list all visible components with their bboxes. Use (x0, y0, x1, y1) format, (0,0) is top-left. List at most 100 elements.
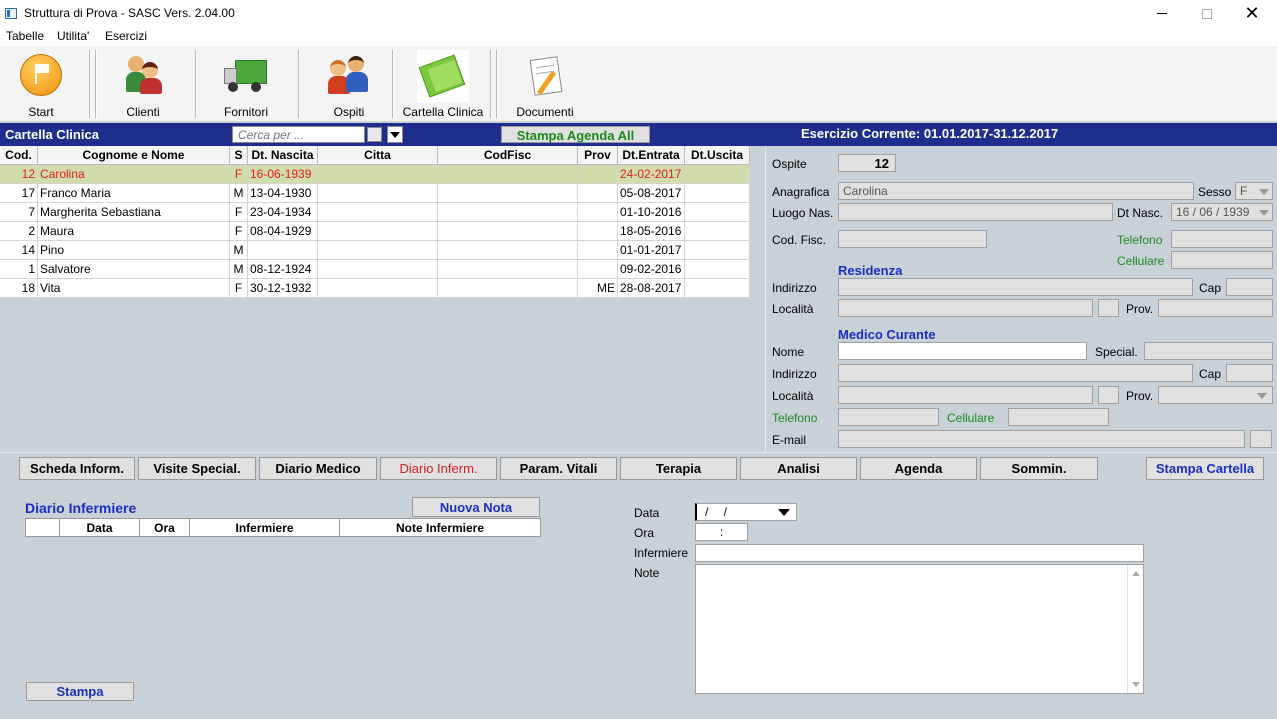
luogo-field[interactable] (838, 203, 1113, 221)
cell-citta (318, 279, 438, 298)
diario-col-select[interactable] (25, 518, 60, 537)
note-scrollbar[interactable] (1127, 565, 1143, 693)
nota-data-field[interactable]: / / (695, 503, 797, 521)
menu-utilita[interactable]: Utilita' (57, 29, 89, 43)
stampa-agenda-button[interactable]: Stampa Agenda All (501, 126, 650, 143)
documenti-button[interactable]: Documenti (505, 46, 585, 122)
close-button[interactable]: ✕ (1229, 0, 1275, 27)
tab-diario-inferm[interactable]: Diario Inferm. (380, 457, 497, 480)
ospiti-button[interactable]: Ospiti (308, 46, 390, 122)
prov-label: Prov. (1126, 302, 1154, 316)
tab-agenda[interactable]: Agenda (860, 457, 977, 480)
dtnasc-field[interactable]: 16 / 06 / 1939 (1171, 203, 1273, 221)
col-header-uscita[interactable]: Dt.Uscita (685, 146, 750, 165)
medico-telefono-field[interactable] (838, 408, 939, 426)
cartella-clinica-button[interactable]: Cartella Clinica (400, 46, 486, 122)
clienti-button[interactable]: Clienti (104, 46, 182, 122)
codfisc-field[interactable] (838, 230, 987, 248)
special-label: Special. (1095, 345, 1138, 359)
toolbar-separator (496, 50, 498, 118)
medico-prov-select[interactable] (1158, 386, 1273, 404)
tab-visite-special[interactable]: Visite Special. (138, 457, 256, 480)
table-row[interactable]: 1 Salvatore M 08-12-1924 09-02-2016 (0, 260, 750, 279)
cell-codfisc (438, 279, 578, 298)
diario-col-note[interactable]: Note Infermiere (340, 518, 541, 537)
col-header-entrata[interactable]: Dt.Entrata (618, 146, 685, 165)
table-row[interactable]: 7 Margherita Sebastiana F 23-04-1934 01-10-2… (0, 203, 750, 222)
search-input[interactable] (232, 126, 365, 143)
col-header-prov[interactable]: Prov (578, 146, 618, 165)
medico-cap-field[interactable] (1226, 364, 1273, 382)
anagrafica-label: Anagrafica (772, 185, 830, 199)
cell-nascita: 23-04-1934 (248, 203, 318, 222)
nota-note-textarea[interactable] (695, 564, 1144, 694)
prov-field[interactable] (1158, 299, 1273, 317)
email-label: E-mail (772, 433, 807, 447)
toolbar-separator (195, 50, 197, 118)
email-field[interactable] (838, 430, 1245, 448)
localita-lookup-button[interactable] (1098, 299, 1119, 317)
medico-nome-field[interactable] (838, 342, 1087, 360)
table-row[interactable]: 14 Pino M 01-01-2017 (0, 241, 750, 260)
tab-scheda-inform[interactable]: Scheda Inform. (19, 457, 135, 480)
col-header-nascita[interactable]: Dt. Nascita (248, 146, 318, 165)
cell-uscita (685, 184, 750, 203)
menu-esercizi[interactable]: Esercizi (105, 29, 147, 43)
fornitori-button[interactable]: Fornitori (205, 46, 287, 122)
tab-terapia[interactable]: Terapia (620, 457, 737, 480)
medico-localita-lookup-button[interactable] (1098, 386, 1119, 404)
chevron-down-icon (1257, 393, 1267, 399)
cell-nascita (248, 241, 318, 260)
nota-ora-field[interactable]: : (695, 523, 748, 541)
sesso-select[interactable]: F (1235, 182, 1273, 200)
medico-localita-field[interactable] (838, 386, 1093, 404)
col-header-codfisc[interactable]: CodFisc (438, 146, 578, 165)
diario-col-data[interactable]: Data (60, 518, 140, 537)
table-row[interactable]: 17 Franco Maria M 13-04-1930 05-08-2017 (0, 184, 750, 203)
tab-param-vitali[interactable]: Param. Vitali (500, 457, 617, 480)
cell-entrata: 01-01-2017 (618, 241, 685, 260)
toolbar-separator (95, 50, 97, 118)
anagrafica-field[interactable]: Carolina (838, 182, 1194, 200)
cap-field[interactable] (1226, 278, 1273, 296)
chevron-down-icon (1259, 189, 1269, 195)
diario-col-infermiere[interactable]: Infermiere (190, 518, 340, 537)
search-button[interactable] (367, 127, 382, 142)
medico-indirizzo-field[interactable] (838, 364, 1193, 382)
diario-col-ora[interactable]: Ora (140, 518, 190, 537)
table-row[interactable]: 2 Maura F 08-04-1929 18-05-2016 (0, 222, 750, 241)
stampa-button[interactable]: Stampa (26, 682, 134, 701)
medico-cellulare-field[interactable] (1008, 408, 1109, 426)
telefono-field[interactable] (1171, 230, 1273, 248)
col-header-sesso[interactable]: S (230, 146, 248, 165)
toolbar: Start Clienti Fornitori Ospiti Cartella … (0, 46, 1277, 122)
col-header-cod[interactable]: Cod. (0, 146, 38, 165)
diario-title: Diario Infermiere (25, 500, 137, 516)
menu-tabelle[interactable]: Tabelle (6, 29, 44, 43)
search-dropdown[interactable] (387, 126, 403, 143)
maximize-button[interactable] (1184, 0, 1230, 27)
tab-analisi[interactable]: Analisi (740, 457, 857, 480)
stampa-cartella-button[interactable]: Stampa Cartella (1146, 457, 1264, 480)
cell-cod: 7 (0, 203, 38, 222)
table-row[interactable]: 18 Vita F 30-12-1932 ME 28-08-2017 (0, 279, 750, 298)
col-header-citta[interactable]: Citta (318, 146, 438, 165)
col-header-nome[interactable]: Cognome e Nome (38, 146, 230, 165)
nuova-nota-button[interactable]: Nuova Nota (412, 497, 540, 517)
indirizzo-field[interactable] (838, 278, 1193, 296)
minimize-button[interactable] (1139, 0, 1185, 27)
tab-diario-medico[interactable]: Diario Medico (259, 457, 377, 480)
table-row[interactable]: 12 Carolina F 16-06-1939 24-02-2017 (0, 165, 750, 184)
nota-infermiere-field[interactable] (695, 544, 1144, 562)
localita-label: Località (772, 302, 814, 316)
cell-nome: Maura (38, 222, 230, 241)
localita-field[interactable] (838, 299, 1093, 317)
cell-prov: ME (578, 279, 618, 298)
cell-entrata: 09-02-2016 (618, 260, 685, 279)
tab-sommin[interactable]: Sommin. (980, 457, 1098, 480)
special-field[interactable] (1144, 342, 1273, 360)
start-button[interactable]: Start (2, 46, 80, 122)
cellulare-field[interactable] (1171, 251, 1273, 269)
nota-note-label: Note (634, 566, 660, 580)
email-button[interactable] (1250, 430, 1272, 448)
